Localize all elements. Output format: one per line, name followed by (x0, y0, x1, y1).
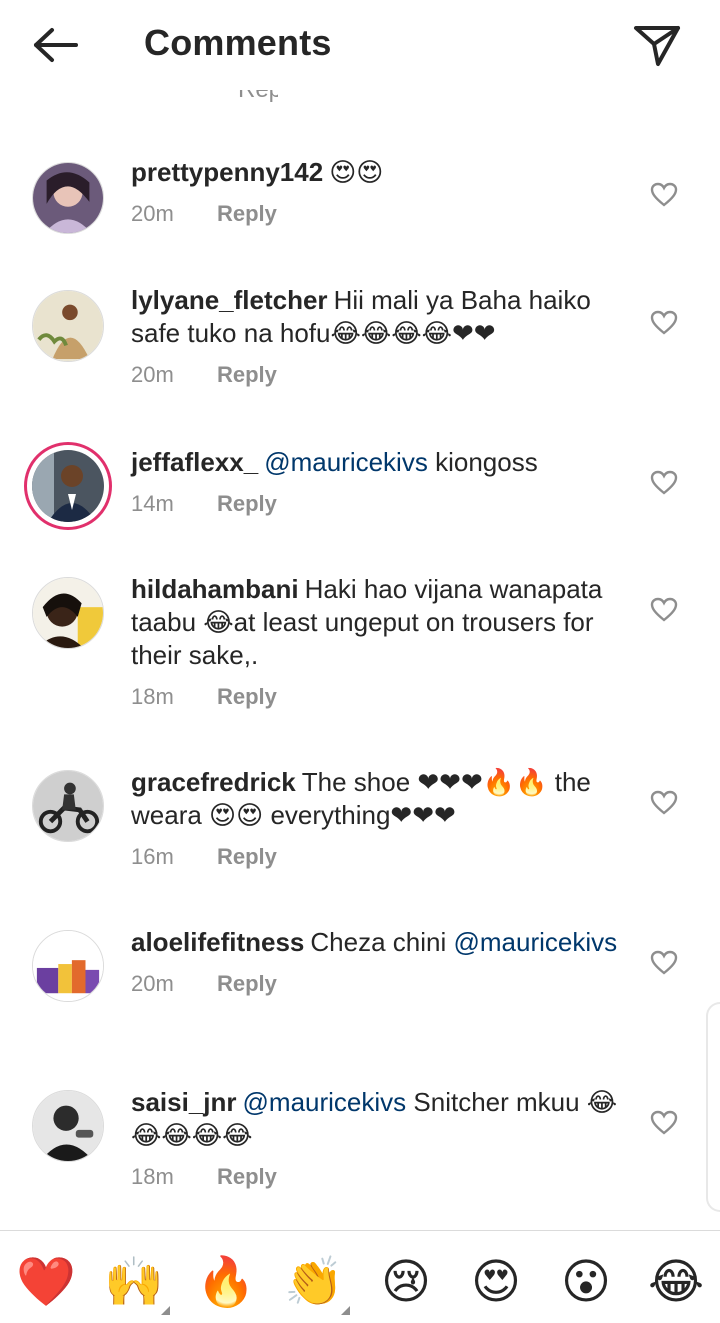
mention-link[interactable]: @mauricekivs (454, 927, 618, 957)
like-button[interactable] (650, 310, 678, 336)
mention-link[interactable]: @mauricekivs (243, 1087, 407, 1117)
quick-reactions-bar: ❤️ 🙌 🔥 👏 😢 😍 😮 😂 (0, 1231, 720, 1323)
mention-link[interactable]: @mauricekivs (264, 447, 428, 477)
comment-text: prettypenny142 😍😍 (131, 156, 631, 189)
comment-meta: 20m Reply (131, 362, 631, 392)
heart-outline-icon (650, 950, 678, 975)
comment-time: 18m (131, 684, 174, 709)
avatar[interactable] (32, 930, 104, 1002)
paper-plane-icon (634, 26, 680, 66)
reaction-raising-hands[interactable]: 🙌 (104, 1253, 170, 1315)
reaction-tears-of-joy[interactable]: 😂 (646, 1253, 706, 1313)
comment-meta: 14m Reply (131, 491, 631, 521)
comment-username[interactable]: gracefredrick (131, 767, 296, 797)
comment-username[interactable]: aloelifefitness (131, 927, 304, 957)
reply-button[interactable]: Reply (217, 362, 277, 387)
comment-time: 20m (131, 201, 174, 226)
comment-time: 16m (131, 844, 174, 869)
reaction-fire[interactable]: 🔥 (196, 1253, 256, 1313)
reaction-clapping-hands[interactable]: 👏 (284, 1253, 350, 1315)
reaction-heart-eyes[interactable]: 😍 (466, 1253, 526, 1313)
comment-text: hildahambani Haki hao vijana wanapata taa… (131, 573, 631, 672)
partial-reply-text: Reply (238, 90, 278, 104)
reaction-surprised-face[interactable]: 😮 (556, 1253, 616, 1313)
comment-message: 😍😍 (329, 157, 384, 187)
share-button[interactable] (628, 18, 684, 72)
page-title: Comments (144, 22, 332, 63)
heart-outline-icon (650, 1110, 678, 1135)
reaction-red-heart[interactable]: ❤️ (16, 1253, 76, 1313)
like-button[interactable] (650, 1110, 678, 1136)
like-button[interactable] (650, 950, 678, 976)
like-button[interactable] (650, 182, 678, 208)
heart-outline-icon (650, 790, 678, 815)
comment-time: 14m (131, 491, 174, 516)
comment-meta: 18m Reply (131, 684, 631, 714)
avatar[interactable] (32, 162, 104, 234)
heart-outline-icon (650, 597, 678, 622)
comment-meta: 18m Reply (131, 1164, 631, 1194)
avatar[interactable] (32, 290, 104, 362)
comment-meta: 16m Reply (131, 844, 631, 874)
heart-outline-icon (650, 182, 678, 207)
comment-username[interactable]: hildahambani (131, 574, 299, 604)
reply-button[interactable]: Reply (217, 1164, 277, 1189)
comment-time: 18m (131, 1164, 174, 1189)
comment-username[interactable]: prettypenny142 (131, 157, 323, 187)
skin-tone-indicator (341, 1306, 350, 1315)
comment-username[interactable]: saisi_jnr (131, 1087, 237, 1117)
reply-button[interactable]: Reply (217, 491, 277, 516)
comment-meta: 20m Reply (131, 971, 631, 1001)
comment-text: jeffaflexx_ @mauricekivs kiongoss (131, 446, 631, 479)
comment-text: gracefredrick The shoe ❤❤❤🔥🔥 the weara 😍😍… (131, 766, 631, 832)
avatar[interactable] (32, 577, 104, 649)
comment-time: 20m (131, 971, 174, 996)
reply-button[interactable]: Reply (217, 844, 277, 869)
like-button[interactable] (650, 790, 678, 816)
comment-time: 20m (131, 362, 174, 387)
skin-tone-indicator (161, 1306, 170, 1315)
back-button[interactable] (28, 22, 84, 68)
avatar[interactable] (32, 1090, 104, 1162)
reply-button[interactable]: Reply (217, 971, 277, 996)
scroll-handle[interactable] (706, 1002, 720, 1212)
clapping-hands-emoji: 👏 (284, 1256, 344, 1309)
like-button[interactable] (650, 470, 678, 496)
comment-username[interactable]: lylyane_fletcher (131, 285, 328, 315)
raising-hands-emoji: 🙌 (104, 1256, 164, 1309)
top-bar: Comments (0, 0, 720, 90)
heart-outline-icon (650, 310, 678, 335)
reply-button[interactable]: Reply (217, 684, 277, 709)
avatar-with-story[interactable] (24, 442, 112, 530)
like-button[interactable] (650, 597, 678, 623)
reply-button[interactable]: Reply (217, 201, 277, 226)
comment-message: kiongoss (435, 447, 538, 477)
comment-text: saisi_jnr @mauricekivs Snitcher mkuu 😂😂😂😂… (131, 1086, 631, 1152)
comment-text: aloelifefitness Cheza chini @mauricekivs (131, 926, 631, 959)
avatar[interactable] (32, 770, 104, 842)
arrow-left-icon (34, 28, 78, 62)
comment-text: lylyane_fletcher Hii mali ya Baha haiko s… (131, 284, 631, 350)
comment-meta: 20m Reply (131, 201, 631, 231)
comment-message: Cheza chini (310, 927, 447, 957)
comment-username[interactable]: jeffaflexx_ (131, 447, 258, 477)
heart-outline-icon (650, 470, 678, 495)
reaction-crying-face[interactable]: 😢 (376, 1253, 436, 1313)
